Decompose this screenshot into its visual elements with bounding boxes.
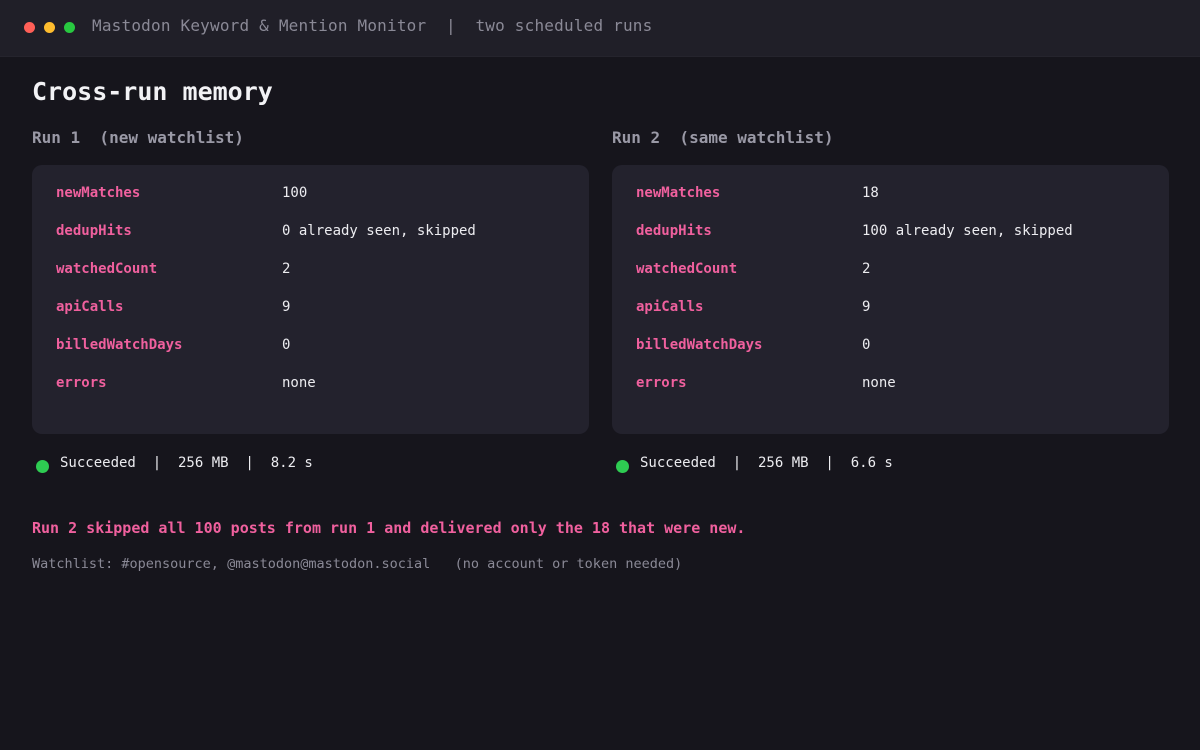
metric-row: newMatches 100 xyxy=(56,185,576,205)
maximize-window-button[interactable] xyxy=(64,22,75,33)
metric-value: 100 xyxy=(282,185,308,201)
metric-value: 0 already seen, skipped xyxy=(282,223,476,239)
summary-text: Run 2 skipped all 100 posts from run 1 a… xyxy=(32,519,746,537)
run-2-title: Run 2 (same watchlist) xyxy=(612,128,834,147)
metric-key: billedWatchDays xyxy=(636,337,763,353)
watchlist-footnote: Watchlist: #opensource, @mastodon@mastod… xyxy=(32,556,683,572)
title-bar: Mastodon Keyword & Mention Monitor | two… xyxy=(0,0,1200,57)
status-success-icon xyxy=(616,460,629,473)
metric-value: 100 already seen, skipped xyxy=(862,223,1073,239)
metric-row: dedupHits 100 already seen, skipped xyxy=(636,223,1156,243)
metric-row: watchedCount 2 xyxy=(56,261,576,281)
metric-key: dedupHits xyxy=(56,223,132,239)
metric-row: billedWatchDays 0 xyxy=(636,337,1156,357)
metric-row: newMatches 18 xyxy=(636,185,1156,205)
metric-row: watchedCount 2 xyxy=(636,261,1156,281)
metric-value: 9 xyxy=(282,299,291,315)
metric-value: none xyxy=(862,375,896,391)
metric-key: watchedCount xyxy=(636,261,738,277)
run-2-card: newMatches 18 dedupHits 100 already seen… xyxy=(612,165,1169,434)
minimize-window-button[interactable] xyxy=(44,22,55,33)
metric-key: billedWatchDays xyxy=(56,337,183,353)
metric-row: apiCalls 9 xyxy=(56,299,576,319)
run-1-card: newMatches 100 dedupHits 0 already seen,… xyxy=(32,165,589,434)
close-window-button[interactable] xyxy=(24,22,35,33)
metric-row: errors none xyxy=(56,375,576,395)
metric-value: 0 xyxy=(862,337,871,353)
metric-key: dedupHits xyxy=(636,223,712,239)
metric-row: errors none xyxy=(636,375,1156,395)
run-1-status: Succeeded | 256 MB | 8.2 s xyxy=(36,455,576,475)
page-title: Cross-run memory xyxy=(32,77,273,106)
window-title: Mastodon Keyword & Mention Monitor | two… xyxy=(92,16,653,35)
metric-value: none xyxy=(282,375,316,391)
run-2-status-text: Succeeded | 256 MB | 6.6 s xyxy=(640,455,893,471)
metric-key: newMatches xyxy=(636,185,721,201)
metric-value: 9 xyxy=(862,299,871,315)
status-success-icon xyxy=(36,460,49,473)
metric-key: errors xyxy=(636,375,687,391)
metric-row: apiCalls 9 xyxy=(636,299,1156,319)
run-2-status: Succeeded | 256 MB | 6.6 s xyxy=(616,455,1156,475)
run-1-status-text: Succeeded | 256 MB | 8.2 s xyxy=(60,455,313,471)
metric-row: billedWatchDays 0 xyxy=(56,337,576,357)
metric-value: 2 xyxy=(862,261,871,277)
run-1-title: Run 1 (new watchlist) xyxy=(32,128,244,147)
metric-key: watchedCount xyxy=(56,261,158,277)
metric-value: 2 xyxy=(282,261,291,277)
metric-key: apiCalls xyxy=(636,299,704,315)
metric-row: dedupHits 0 already seen, skipped xyxy=(56,223,576,243)
metric-key: apiCalls xyxy=(56,299,124,315)
metric-key: newMatches xyxy=(56,185,141,201)
metric-key: errors xyxy=(56,375,107,391)
metric-value: 18 xyxy=(862,185,879,201)
metric-value: 0 xyxy=(282,337,291,353)
